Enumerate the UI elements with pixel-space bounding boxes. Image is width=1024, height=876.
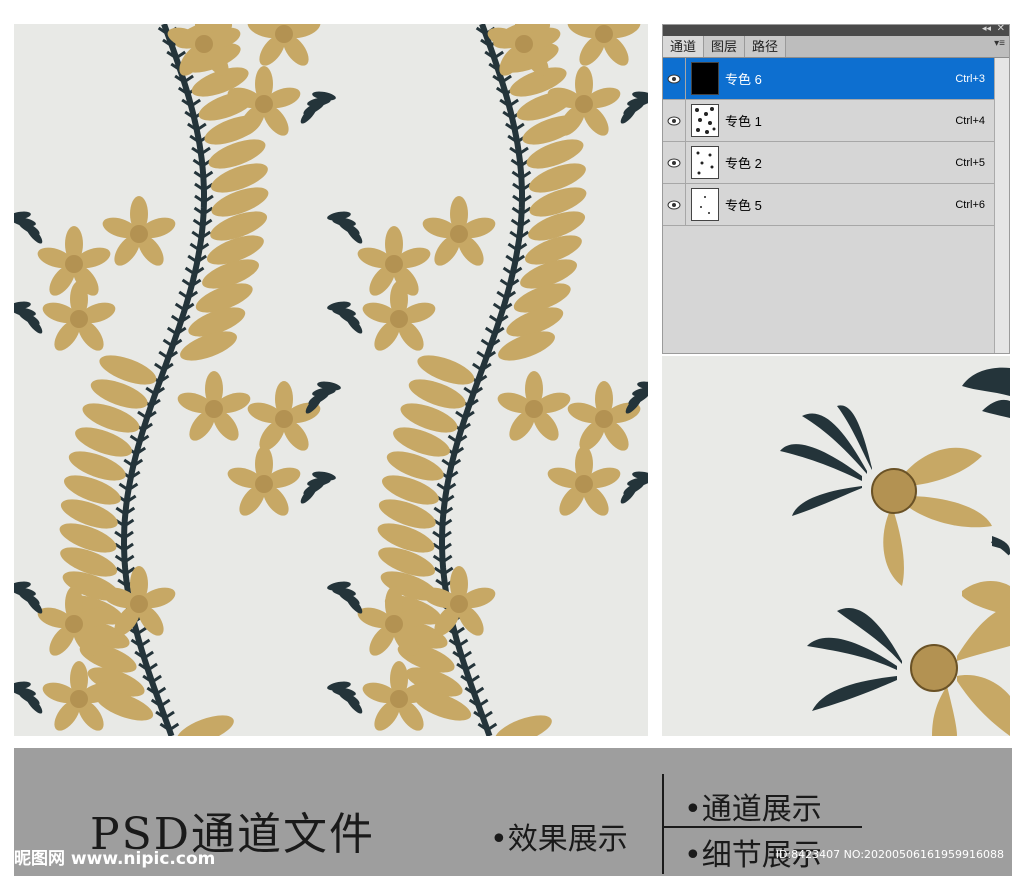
channel-name: 专色 1 bbox=[725, 114, 762, 129]
channel-shortcut: Ctrl+6 bbox=[955, 198, 985, 211]
nipic-logo: 昵图网 www.nipic.com bbox=[14, 849, 216, 869]
channel-thumbnail bbox=[691, 188, 719, 221]
channel-thumbnail bbox=[691, 146, 719, 179]
effect-label: •效果展示 bbox=[490, 822, 628, 857]
eye-icon[interactable] bbox=[663, 58, 686, 99]
tab-layers[interactable]: 图层 bbox=[704, 36, 746, 57]
floral-pattern-image bbox=[14, 24, 648, 736]
detail-flower-image bbox=[780, 367, 1010, 736]
channel-thumbnail bbox=[691, 62, 719, 95]
tab-paths[interactable]: 路径 bbox=[745, 36, 787, 57]
image-id: ID:8423407 NO:20200506161959916088 bbox=[775, 848, 1004, 861]
channels-panel: ◂◂ ✕ 通道 图层 路径 ▾≡ 专色 6 Ctrl+3 专色 1 Ctrl+4 bbox=[662, 23, 1010, 354]
channel-row[interactable]: 专色 5 Ctrl+6 bbox=[663, 184, 995, 226]
channel-shortcut: Ctrl+4 bbox=[955, 114, 985, 127]
channel-name: 专色 2 bbox=[725, 156, 762, 171]
channel-label: •通道展示 bbox=[684, 792, 822, 827]
info-banner: PSD通道文件 •效果展示 •通道展示 •细节展示 昵图网 www.nipic.… bbox=[14, 748, 1012, 876]
channel-name: 专色 6 bbox=[725, 72, 762, 87]
channel-shortcut: Ctrl+5 bbox=[955, 156, 985, 169]
eye-icon[interactable] bbox=[663, 100, 686, 141]
pattern-preview bbox=[14, 24, 648, 736]
channel-row[interactable]: 专色 1 Ctrl+4 bbox=[663, 100, 995, 142]
channel-row[interactable]: 专色 2 Ctrl+5 bbox=[663, 142, 995, 184]
divider bbox=[662, 774, 664, 874]
panel-menu-icon[interactable]: ▾≡ bbox=[994, 38, 1005, 49]
channel-shortcut: Ctrl+3 bbox=[955, 72, 985, 85]
close-icon[interactable]: ✕ bbox=[997, 23, 1005, 34]
channel-thumbnail bbox=[691, 104, 719, 137]
channel-name: 专色 5 bbox=[725, 198, 762, 213]
panel-scrollbar[interactable] bbox=[994, 58, 1009, 353]
panel-title-bar: ◂◂ ✕ bbox=[663, 23, 1009, 36]
eye-icon[interactable] bbox=[663, 184, 686, 225]
panel-tabs: 通道 图层 路径 ▾≡ bbox=[663, 36, 1009, 58]
collapse-icon[interactable]: ◂◂ bbox=[982, 23, 991, 34]
detail-view bbox=[662, 356, 1010, 736]
channel-list: 专色 6 Ctrl+3 专色 1 Ctrl+4 专色 2 Ctrl+5 专色 5… bbox=[663, 58, 995, 226]
divider bbox=[662, 826, 862, 828]
channel-row[interactable]: 专色 6 Ctrl+3 bbox=[663, 58, 995, 100]
tab-channels[interactable]: 通道 bbox=[663, 36, 705, 57]
eye-icon[interactable] bbox=[663, 142, 686, 183]
